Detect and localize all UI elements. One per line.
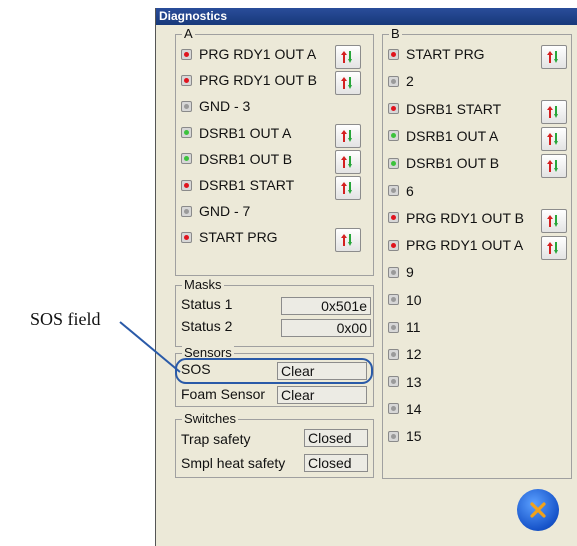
callout-overlay xyxy=(119,321,373,384)
callout-line xyxy=(119,321,181,373)
callout-highlight xyxy=(175,358,373,384)
